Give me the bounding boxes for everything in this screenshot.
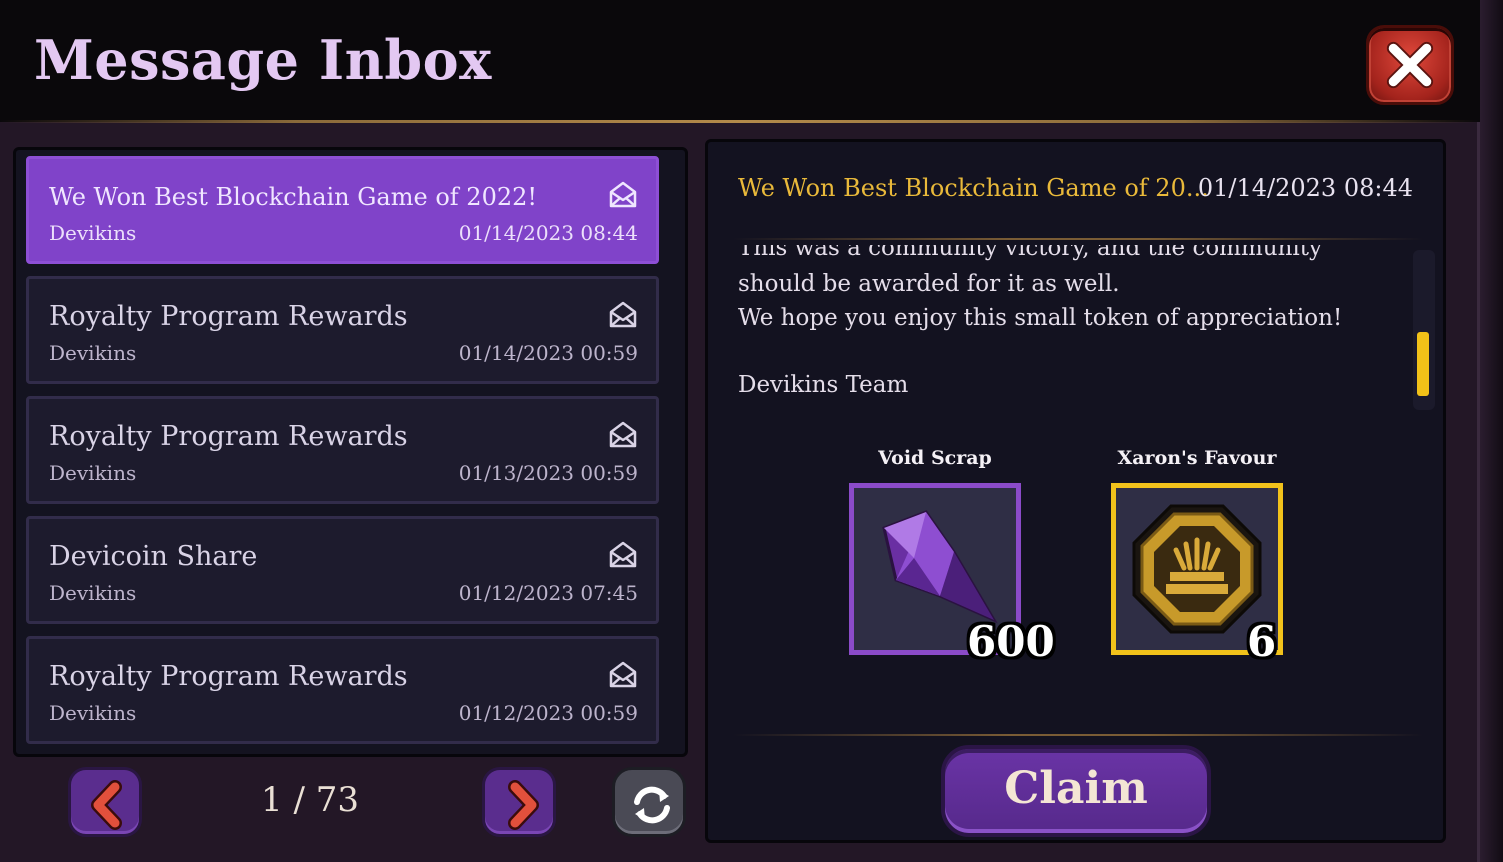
message-title: Royalty Program Rewards [49,301,408,332]
message-sender: Devikins [49,221,137,245]
message-date: 01/12/2023 07:45 [458,581,638,605]
message-sender: Devikins [49,461,137,485]
header-divider [0,120,1480,123]
claim-button-label: Claim [1004,763,1148,814]
open-envelope-icon [609,421,637,448]
open-envelope-icon [609,301,637,328]
body-line: Devikins Team [738,372,909,398]
refresh-icon [634,786,670,824]
message-title: Royalty Program Rewards [49,421,408,452]
close-button[interactable] [1366,25,1454,105]
chevron-right-icon [508,780,539,830]
prev-page-button[interactable] [68,767,142,837]
detail-title: We Won Best Blockchain Game of 20... [738,174,1209,202]
scrollbar-thumb[interactable] [1417,332,1429,396]
reward-count: 6 [1247,617,1277,666]
message-item[interactable]: Royalty Program Rewards Devikins 01/13/2… [26,396,659,504]
message-date: 01/12/2023 00:59 [458,701,638,725]
body-line: We hope you enjoy this small token of ap… [738,305,1343,331]
message-item[interactable]: Royalty Program Rewards Devikins 01/12/2… [26,636,659,744]
reward-name: Xaron's Favour [1117,447,1277,469]
message-sender: Devikins [49,581,137,605]
close-icon [1386,41,1434,89]
reward-count: 600 [967,617,1055,666]
next-page-button[interactable] [482,767,556,837]
window-edge [1480,0,1503,862]
reward-name: Void Scrap [878,447,992,469]
footer-divider [733,734,1423,736]
open-envelope-icon [609,661,637,688]
page-indicator: 1 / 73 [261,780,359,820]
refresh-button[interactable] [612,767,686,837]
message-title: Devicoin Share [49,541,258,572]
detail-divider [733,238,1423,240]
body-line: should be awarded for it as well. [738,271,1120,297]
message-list: We Won Best Blockchain Game of 2022! Dev… [13,147,688,757]
message-item[interactable]: Devicoin Share Devikins 01/12/2023 07:45 [26,516,659,624]
message-sender: Devikins [49,701,137,725]
detail-date: 01/14/2023 08:44 [1197,174,1413,202]
body-line: This was a community victory, and the co… [738,245,1323,261]
page-title: Message Inbox [34,28,492,92]
message-sender: Devikins [49,341,137,365]
message-date: 01/14/2023 00:59 [458,341,638,365]
message-detail: We Won Best Blockchain Game of 20... 01/… [705,139,1446,843]
message-title: Royalty Program Rewards [49,661,408,692]
message-date: 01/13/2023 00:59 [458,461,638,485]
header-bar: Message Inbox [0,0,1480,122]
message-item-selected[interactable]: We Won Best Blockchain Game of 2022! Dev… [26,156,659,264]
open-envelope-icon [609,181,637,208]
message-date: 01/14/2023 08:44 [458,221,638,245]
message-item[interactable]: Royalty Program Rewards Devikins 01/14/2… [26,276,659,384]
chevron-left-icon [91,780,122,830]
claim-button[interactable]: Claim [941,745,1211,837]
open-envelope-icon [609,541,637,568]
message-title: We Won Best Blockchain Game of 2022! [49,183,538,211]
message-body[interactable]: This was a community victory, and the co… [738,245,1388,405]
